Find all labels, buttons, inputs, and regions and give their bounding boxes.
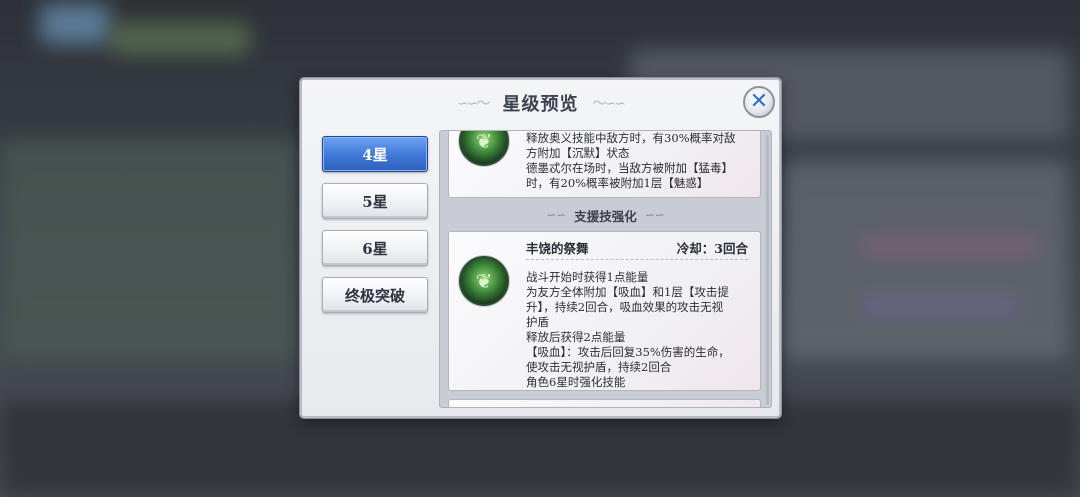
skill-description: 释放奥义技能中敌方时，有30%概率对敌 方附加【沉默】状态 德墨忒尔在场时，当敌… — [526, 131, 748, 191]
star-tabs: 4星 5星 6星 终极突破 — [322, 136, 428, 324]
desc-line: 方附加【沉默】状态 — [526, 146, 630, 160]
skill-card-next — [448, 399, 761, 407]
star-preview-dialog: ∽∽～ 星级预览 ～∽∽ ✕ 4星 5星 6星 终极突破 ❦ 释放奥义技能中敌方… — [300, 78, 781, 418]
desc-line: 时，有20%概率被附加1层【魅惑】 — [526, 176, 709, 190]
close-icon: ✕ — [749, 89, 769, 114]
section-label-support-skill: ∽∽ 支援技强化 ∽∽ — [440, 205, 771, 225]
dialog-header: ∽∽～ 星级预览 ～∽∽ — [302, 88, 779, 118]
dialog-title: 星级预览 — [502, 94, 579, 115]
scrollbar[interactable] — [766, 135, 769, 405]
tab-5-star[interactable]: 5星 — [322, 183, 428, 219]
skill-scroll-panel[interactable]: ❦ 释放奥义技能中敌方时，有30%概率对敌 方附加【沉默】状态 德墨忒尔在场时，… — [439, 130, 772, 408]
close-button[interactable]: ✕ — [743, 86, 775, 118]
tab-4-star[interactable]: 4星 — [322, 136, 428, 172]
skill-card-passive: ❦ 释放奥义技能中敌方时，有30%概率对敌 方附加【沉默】状态 德墨忒尔在场时，… — [448, 131, 761, 198]
desc-line: 战斗开始时获得1点能量 — [526, 270, 649, 284]
section-ornament-left: ∽∽ — [546, 208, 567, 222]
desc-line: 护盾 — [526, 315, 549, 329]
section-label-text: 支援技强化 — [574, 208, 637, 224]
desc-line: 释放后获得2点能量 — [526, 330, 626, 344]
desc-line: 【吸血】：攻击后回复35%伤害的生命， — [526, 345, 730, 359]
desc-line: 释放奥义技能中敌方时，有30%概率对敌 — [526, 131, 736, 145]
skill-emblem-icon: ❦ — [459, 131, 509, 166]
skill-card-support: 丰饶的祭舞 冷却：3回合 ❦ 战斗开始时获得1点能量 为友方全体附加【吸血】和1… — [448, 231, 761, 391]
tab-ultimate-breakthrough[interactable]: 终极突破 — [322, 277, 428, 313]
desc-line: 使攻击无视护盾，持续2回合 — [526, 360, 672, 374]
title-ornament-left: ∽∽～ — [457, 96, 490, 112]
skill-name: 丰饶的祭舞 — [526, 241, 589, 256]
skill-description: 战斗开始时获得1点能量 为友方全体附加【吸血】和1层【攻击提 升】，持续2回合，… — [526, 270, 748, 390]
skill-cooldown: 冷却：3回合 — [676, 241, 748, 256]
title-ornament-right: ～∽∽ — [592, 96, 626, 112]
tab-6-star[interactable]: 6星 — [322, 230, 428, 266]
desc-line: 德墨忒尔在场时，当敌方被附加【猛毒】 — [526, 161, 733, 175]
desc-line: 角色6星时强化技能 — [526, 375, 626, 389]
desc-line: 为友方全体附加【吸血】和1层【攻击提 — [526, 285, 729, 299]
desc-line: 升】，持续2回合，吸血效果的攻击无视 — [526, 300, 724, 314]
skill-header: 丰饶的祭舞 冷却：3回合 — [526, 240, 748, 260]
section-ornament-right: ∽∽ — [644, 208, 665, 222]
skill-emblem-icon: ❦ — [459, 256, 509, 306]
